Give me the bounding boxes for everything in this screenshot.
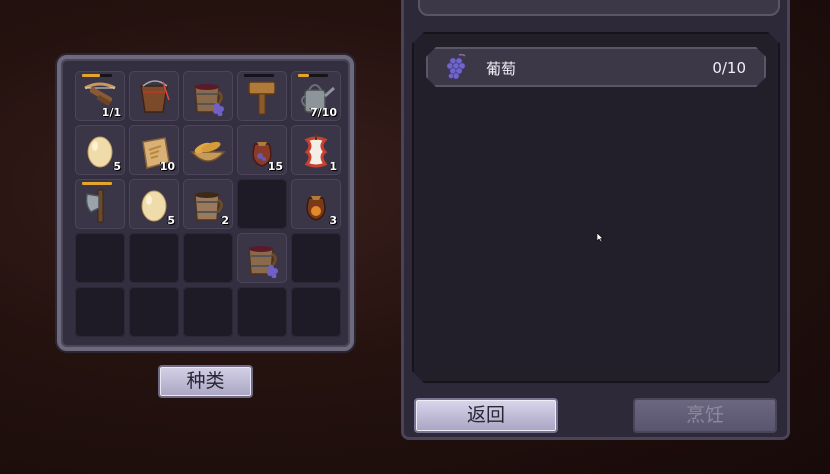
wooden-mallet-icon [248, 81, 276, 115]
inventory-slot-empty[interactable] [291, 233, 341, 283]
inventory-slot-grape-juice-mug[interactable] [237, 233, 287, 283]
back-button[interactable]: 返回 [414, 398, 558, 433]
inventory-slot-watering-can[interactable]: 7/10 [291, 71, 341, 121]
inventory-panel: 1/1 7/10 5 10 15 1 5 2 3 [57, 55, 354, 351]
inventory-slot-bread-basket[interactable] [183, 125, 233, 175]
cook-button[interactable]: 烹饪 [633, 398, 777, 433]
inventory-slot-axe[interactable] [75, 179, 125, 229]
inventory-slot-grape-juice-mug[interactable] [183, 71, 233, 121]
category-button[interactable]: 种类 [158, 365, 253, 398]
inventory-slot-spice-pouch[interactable]: 3 [291, 179, 341, 229]
item-count: 10 [159, 160, 175, 173]
inventory-slot-empty[interactable] [75, 287, 125, 337]
item-count: 7/10 [310, 106, 337, 119]
inventory-slot-empty[interactable] [291, 287, 341, 337]
inventory-slot-empty[interactable] [129, 287, 179, 337]
item-count: 3 [329, 214, 337, 227]
item-count: 15 [267, 160, 283, 173]
item-count: 2 [221, 214, 229, 227]
ingredient-row-grapes[interactable]: 葡萄 0/10 [426, 47, 766, 87]
axe-icon [85, 189, 104, 223]
bread-basket-icon [190, 141, 226, 162]
durability-bar [82, 74, 112, 77]
durability-bar [82, 182, 112, 185]
fishing-bucket-icon [140, 80, 170, 113]
inventory-slot-flour-sack[interactable]: 10 [129, 125, 179, 175]
inventory-slot-empty[interactable] [237, 287, 287, 337]
inventory-slot-egg[interactable]: 5 [129, 179, 179, 229]
inventory-slot-wooden-mug[interactable]: 2 [183, 179, 233, 229]
grape-juice-mug-icon [194, 84, 224, 116]
grapes-icon [443, 53, 469, 83]
inventory-slot-wooden-mallet[interactable] [237, 71, 287, 121]
inventory-slot-empty[interactable] [183, 233, 233, 283]
inventory-slot-empty[interactable] [183, 287, 233, 337]
ingredient-name: 葡萄 [486, 60, 517, 78]
inventory-slot-empty[interactable] [129, 233, 179, 283]
item-count: 5 [167, 214, 175, 227]
inventory-slot-empty[interactable] [237, 179, 287, 229]
inventory-slot-empty[interactable] [75, 233, 125, 283]
ingredient-count: 0/10 [712, 59, 746, 77]
item-count: 5 [113, 160, 121, 173]
recipe-top-row [418, 0, 780, 16]
durability-bar [244, 74, 274, 77]
inventory-slot-apple-core[interactable]: 1 [291, 125, 341, 175]
inventory-slot-seed-pouch[interactable]: 15 [237, 125, 287, 175]
inventory-slot-egg[interactable]: 5 [75, 125, 125, 175]
inventory-grid: 1/1 7/10 5 10 15 1 5 2 3 [75, 71, 341, 337]
item-count: 1 [329, 160, 337, 173]
inventory-slot-fishing-bucket[interactable] [129, 71, 179, 121]
grape-juice-mug-icon [248, 246, 278, 278]
inventory-slot-crossbow[interactable]: 1/1 [75, 71, 125, 121]
durability-bar [298, 74, 328, 77]
item-count: 1/1 [101, 106, 121, 119]
mouse-cursor-icon [597, 233, 604, 243]
